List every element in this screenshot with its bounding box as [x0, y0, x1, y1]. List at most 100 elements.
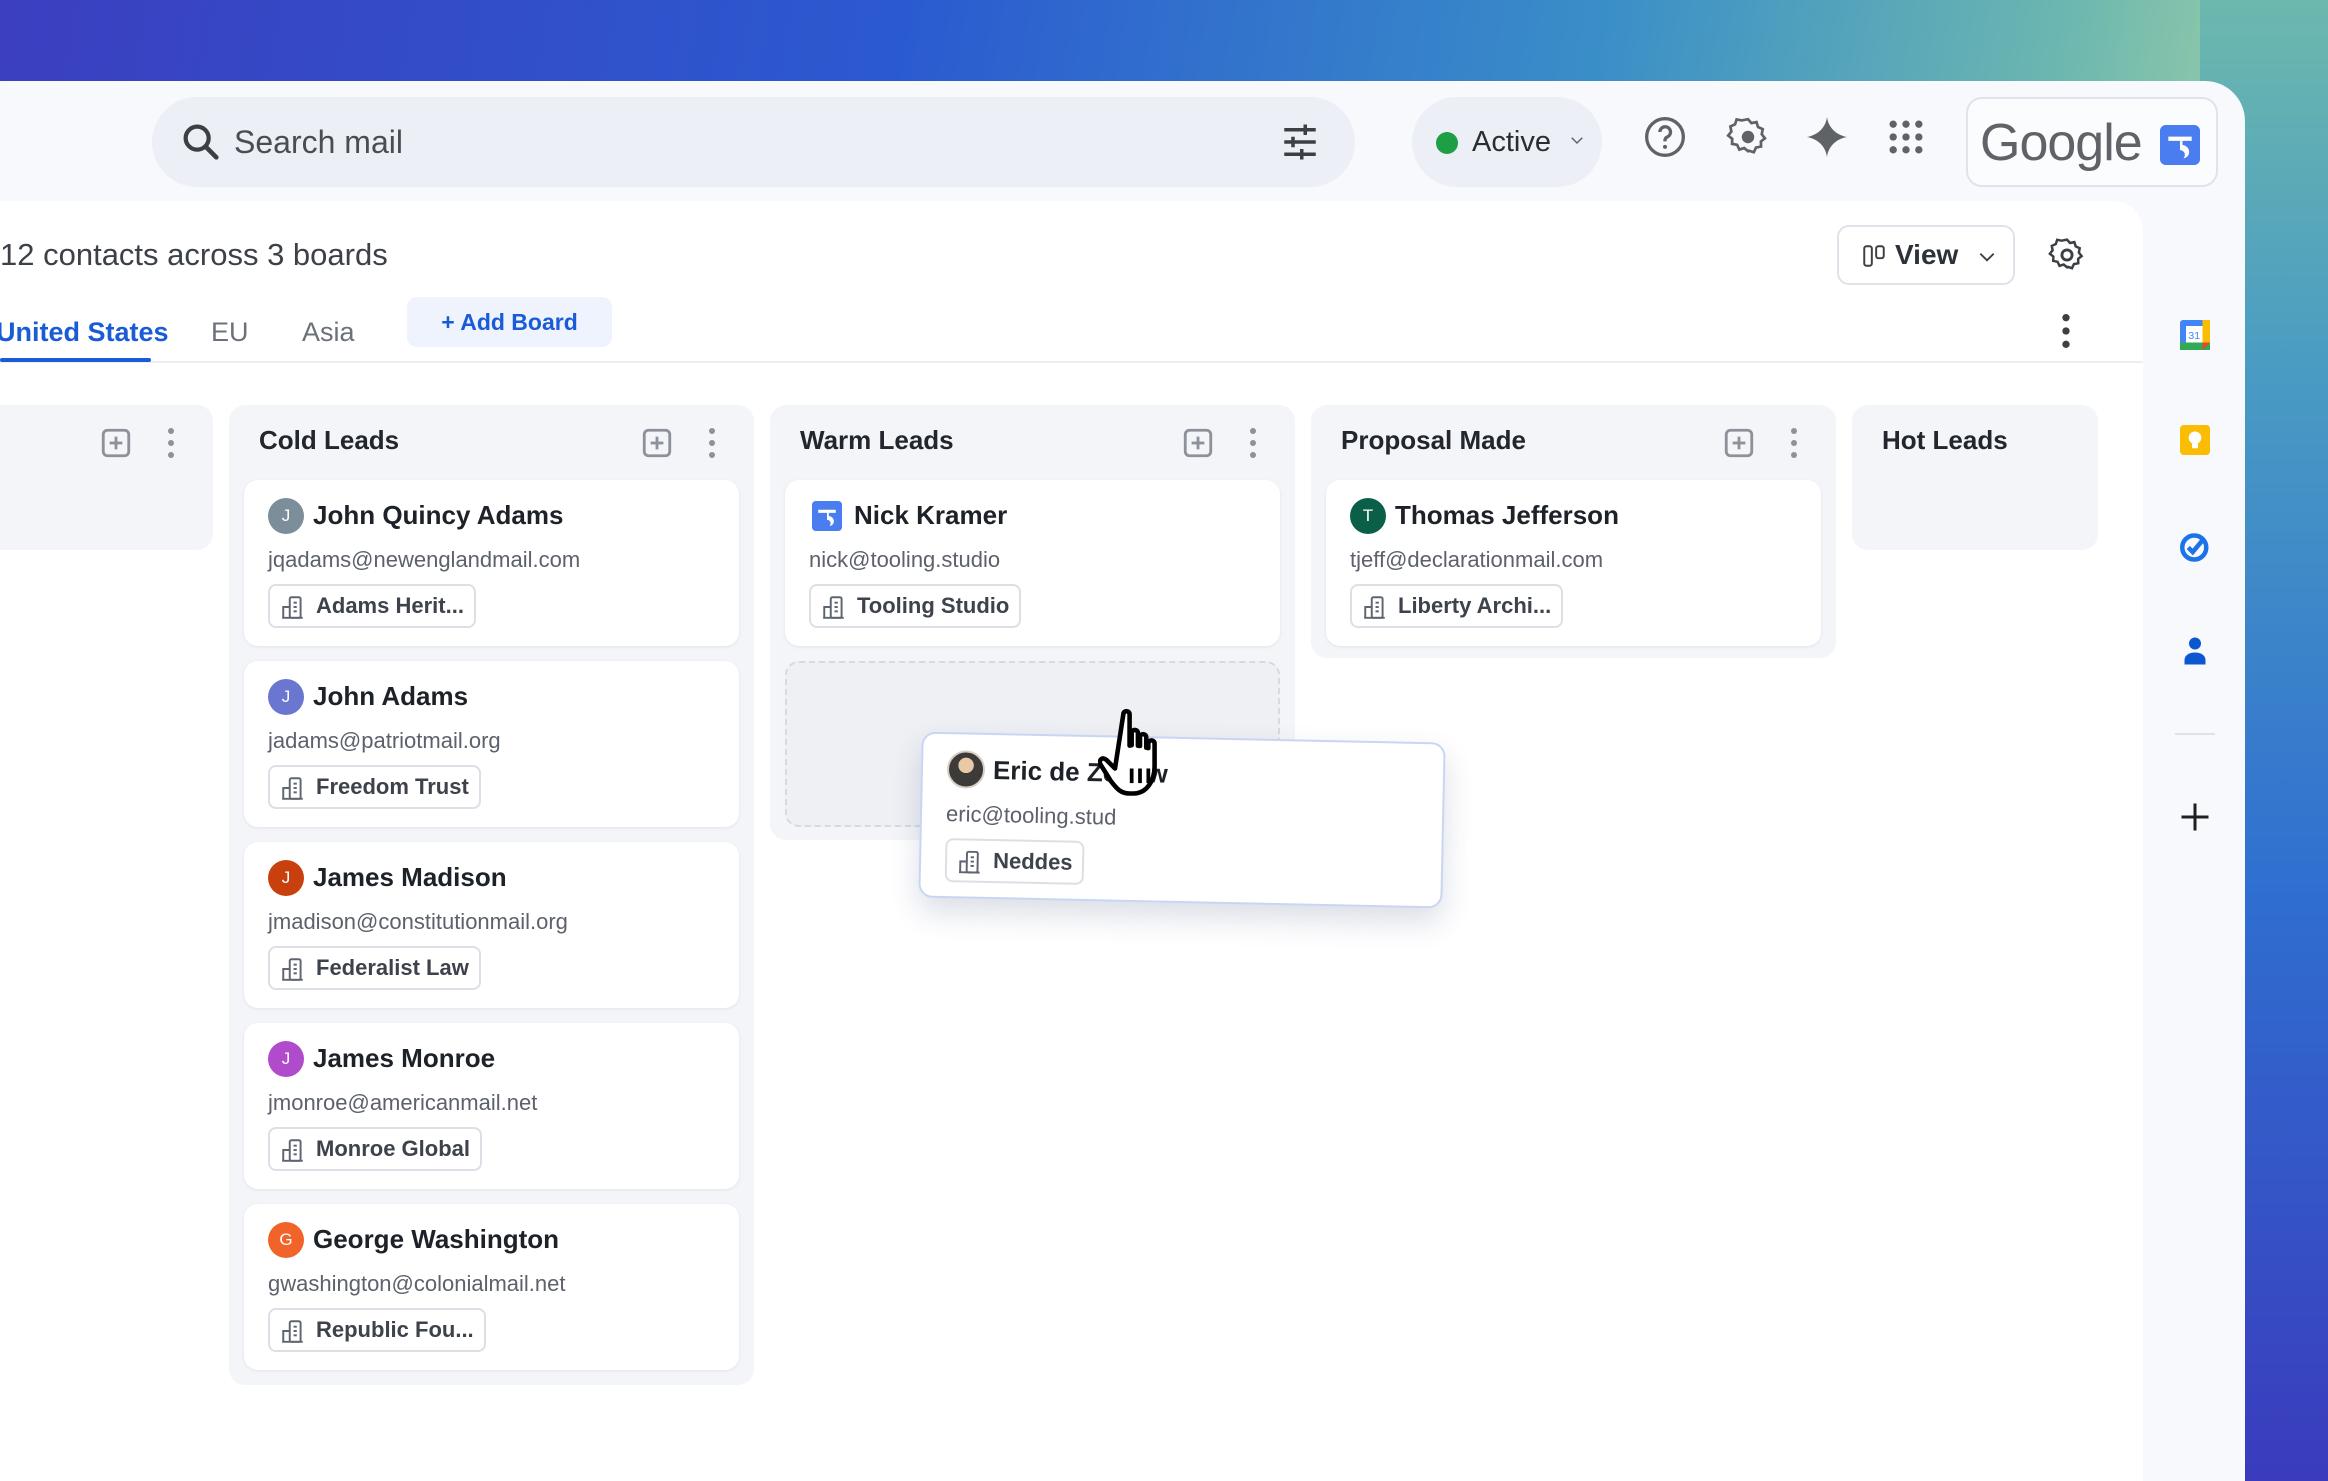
chevron-down-icon	[1979, 253, 1995, 262]
company-chip[interactable]: Monroe Global	[268, 1127, 482, 1171]
search-options-icon[interactable]	[1279, 121, 1321, 163]
tooling-studio-logo-icon	[2160, 125, 2200, 165]
tooling-studio-logo-icon	[812, 501, 842, 531]
company-name: Liberty Archi...	[1398, 593, 1552, 618]
column-more-icon[interactable]	[1788, 426, 1800, 460]
google-calendar-icon[interactable]: 31	[2177, 317, 2213, 353]
contact-card[interactable]: Nick Kramer nick@tooling.studio Tooling St…	[785, 480, 1280, 646]
building-icon	[282, 958, 303, 981]
add-addon-icon[interactable]	[2177, 799, 2213, 835]
column-title: Proposal Made	[1341, 425, 1526, 455]
add-contact-icon[interactable]	[99, 426, 133, 460]
contact-name: James Monroe	[313, 1043, 496, 1073]
column-title: Cold Leads	[259, 425, 400, 455]
contact-email: jmonroe@americanmail.net	[268, 1090, 538, 1115]
gemini-sparkle-icon[interactable]	[1805, 115, 1849, 159]
contact-card[interactable]: T Thomas Jefferson tjeff@declarationmail.c…	[1326, 480, 1821, 646]
company-logo-avatar	[809, 498, 845, 534]
contact-name: John Quincy Adams	[313, 500, 564, 530]
status-dot	[1436, 132, 1458, 154]
contact-email: eric@tooling.stud	[945, 801, 1117, 830]
search-input[interactable]: Search mail	[234, 124, 403, 161]
contact-email: nick@tooling.studio	[809, 547, 1001, 572]
contact-name: James Madison	[313, 862, 507, 892]
contact-email: tjeff@declarationmail.com	[1350, 547, 1604, 572]
contact-name: John Adams	[313, 681, 469, 711]
company-name: Adams Herit...	[316, 593, 464, 618]
contact-card[interactable]: J James Monroe jmonroe@americanmail.net Mon…	[244, 1023, 739, 1189]
contact-photo-avatar	[946, 750, 986, 789]
company-chip[interactable]: Federalist Law	[268, 946, 481, 990]
company-name: Freedom Trust	[316, 774, 469, 799]
tab-eu[interactable]: EU	[211, 317, 249, 348]
side-panel-rail: 31	[2143, 201, 2245, 1481]
search-bar[interactable]: Search mail	[152, 97, 1355, 187]
contact-email: gwashington@colonialmail.net	[268, 1271, 566, 1296]
contact-name: Nick Kramer	[854, 500, 1008, 530]
company-name: Republic Fou...	[316, 1317, 474, 1342]
company-name: Tooling Studio	[857, 593, 1010, 618]
contact-card[interactable]: J John Adams jadams@patriotmail.org Freedom…	[244, 661, 739, 827]
company-chip[interactable]: Republic Fou...	[268, 1308, 486, 1352]
board-view-icon	[1863, 245, 1885, 267]
building-icon	[282, 777, 303, 800]
company-name: Federalist Law	[316, 955, 469, 980]
company-chip[interactable]: Liberty Archi...	[1350, 584, 1564, 628]
status-label: Active	[1472, 125, 1551, 158]
board-tabs: United States EU Asia + Add Board	[0, 297, 2143, 363]
contact-name: George Washington	[313, 1224, 560, 1254]
add-contact-icon[interactable]	[1181, 426, 1215, 460]
board-settings-icon[interactable]	[2048, 236, 2086, 274]
contact-card[interactable]: G George Washington gwashington@colonialma…	[244, 1204, 739, 1370]
building-icon	[282, 596, 303, 619]
google-logo: Google	[1980, 114, 2143, 172]
help-icon[interactable]	[1643, 115, 1687, 159]
contact-card[interactable]: J James Madison jmadison@constitutionmail.…	[244, 842, 739, 1008]
google-account-button[interactable]: Google	[1966, 97, 2218, 187]
avatar: J	[268, 679, 304, 715]
google-keep-icon[interactable]	[2177, 422, 2213, 458]
add-contact-icon[interactable]	[1722, 426, 1756, 460]
avatar: J	[268, 860, 304, 896]
column-title: Hot Leads	[1882, 425, 2008, 455]
building-icon	[823, 596, 844, 619]
column-more-icon[interactable]	[165, 426, 177, 460]
company-chip[interactable]: Adams Herit...	[268, 584, 476, 628]
company-chip[interactable]: Tooling Studio	[809, 584, 1022, 628]
building-icon	[282, 1320, 303, 1343]
pipeline-column-cold-leads: Cold Leads J John Quincy Adams jqadams@newe…	[229, 405, 754, 1385]
column-more-icon[interactable]	[1247, 426, 1259, 460]
view-label: View	[1895, 239, 1959, 270]
google-contacts-icon[interactable]	[2177, 633, 2213, 669]
view-dropdown-button[interactable]: View	[1837, 225, 2015, 285]
contact-email: jqadams@newenglandmail.com	[268, 547, 581, 572]
apps-grid-icon[interactable]	[1884, 115, 1928, 159]
contact-card[interactable]: J John Quincy Adams jqadams@newenglandmail…	[244, 480, 739, 646]
more-vert-icon[interactable]	[2054, 311, 2078, 351]
company-chip[interactable]: Freedom Trust	[268, 765, 481, 809]
pipeline-column-offscreen	[0, 405, 213, 550]
tab-asia[interactable]: Asia	[302, 317, 355, 348]
column-more-icon[interactable]	[706, 426, 718, 460]
contacts-summary: 12 contacts across 3 boards	[0, 237, 388, 272]
avatar: T	[1350, 498, 1386, 534]
building-icon	[1364, 596, 1385, 619]
status-selector[interactable]: Active	[1412, 97, 1602, 187]
building-icon	[959, 850, 980, 874]
add-board-button[interactable]: + Add Board	[407, 297, 612, 347]
tab-united-states[interactable]: United States	[0, 317, 169, 348]
search-icon	[183, 124, 219, 160]
gmail-window: Search mail Active Google 12 contacts ac…	[0, 81, 2245, 1481]
settings-icon[interactable]	[1726, 115, 1770, 159]
google-tasks-icon[interactable]	[2177, 528, 2213, 564]
chevron-down-icon	[1571, 137, 1583, 145]
avatar: G	[268, 1222, 304, 1258]
contact-email: jadams@patriotmail.org	[268, 728, 501, 753]
dragging-contact-card[interactable]: Eric de Zeeuw eric@tooling.stud Neddes	[918, 731, 1446, 909]
company-chip[interactable]: Neddes	[944, 838, 1086, 885]
pipeline-column-proposal-made: Proposal Made T Thomas Jefferson tjeff@decl…	[1311, 405, 1836, 658]
active-tab-indicator	[0, 358, 151, 362]
add-contact-icon[interactable]	[640, 426, 674, 460]
contact-email: jmadison@constitutionmail.org	[268, 909, 568, 934]
rail-divider	[2175, 733, 2215, 735]
